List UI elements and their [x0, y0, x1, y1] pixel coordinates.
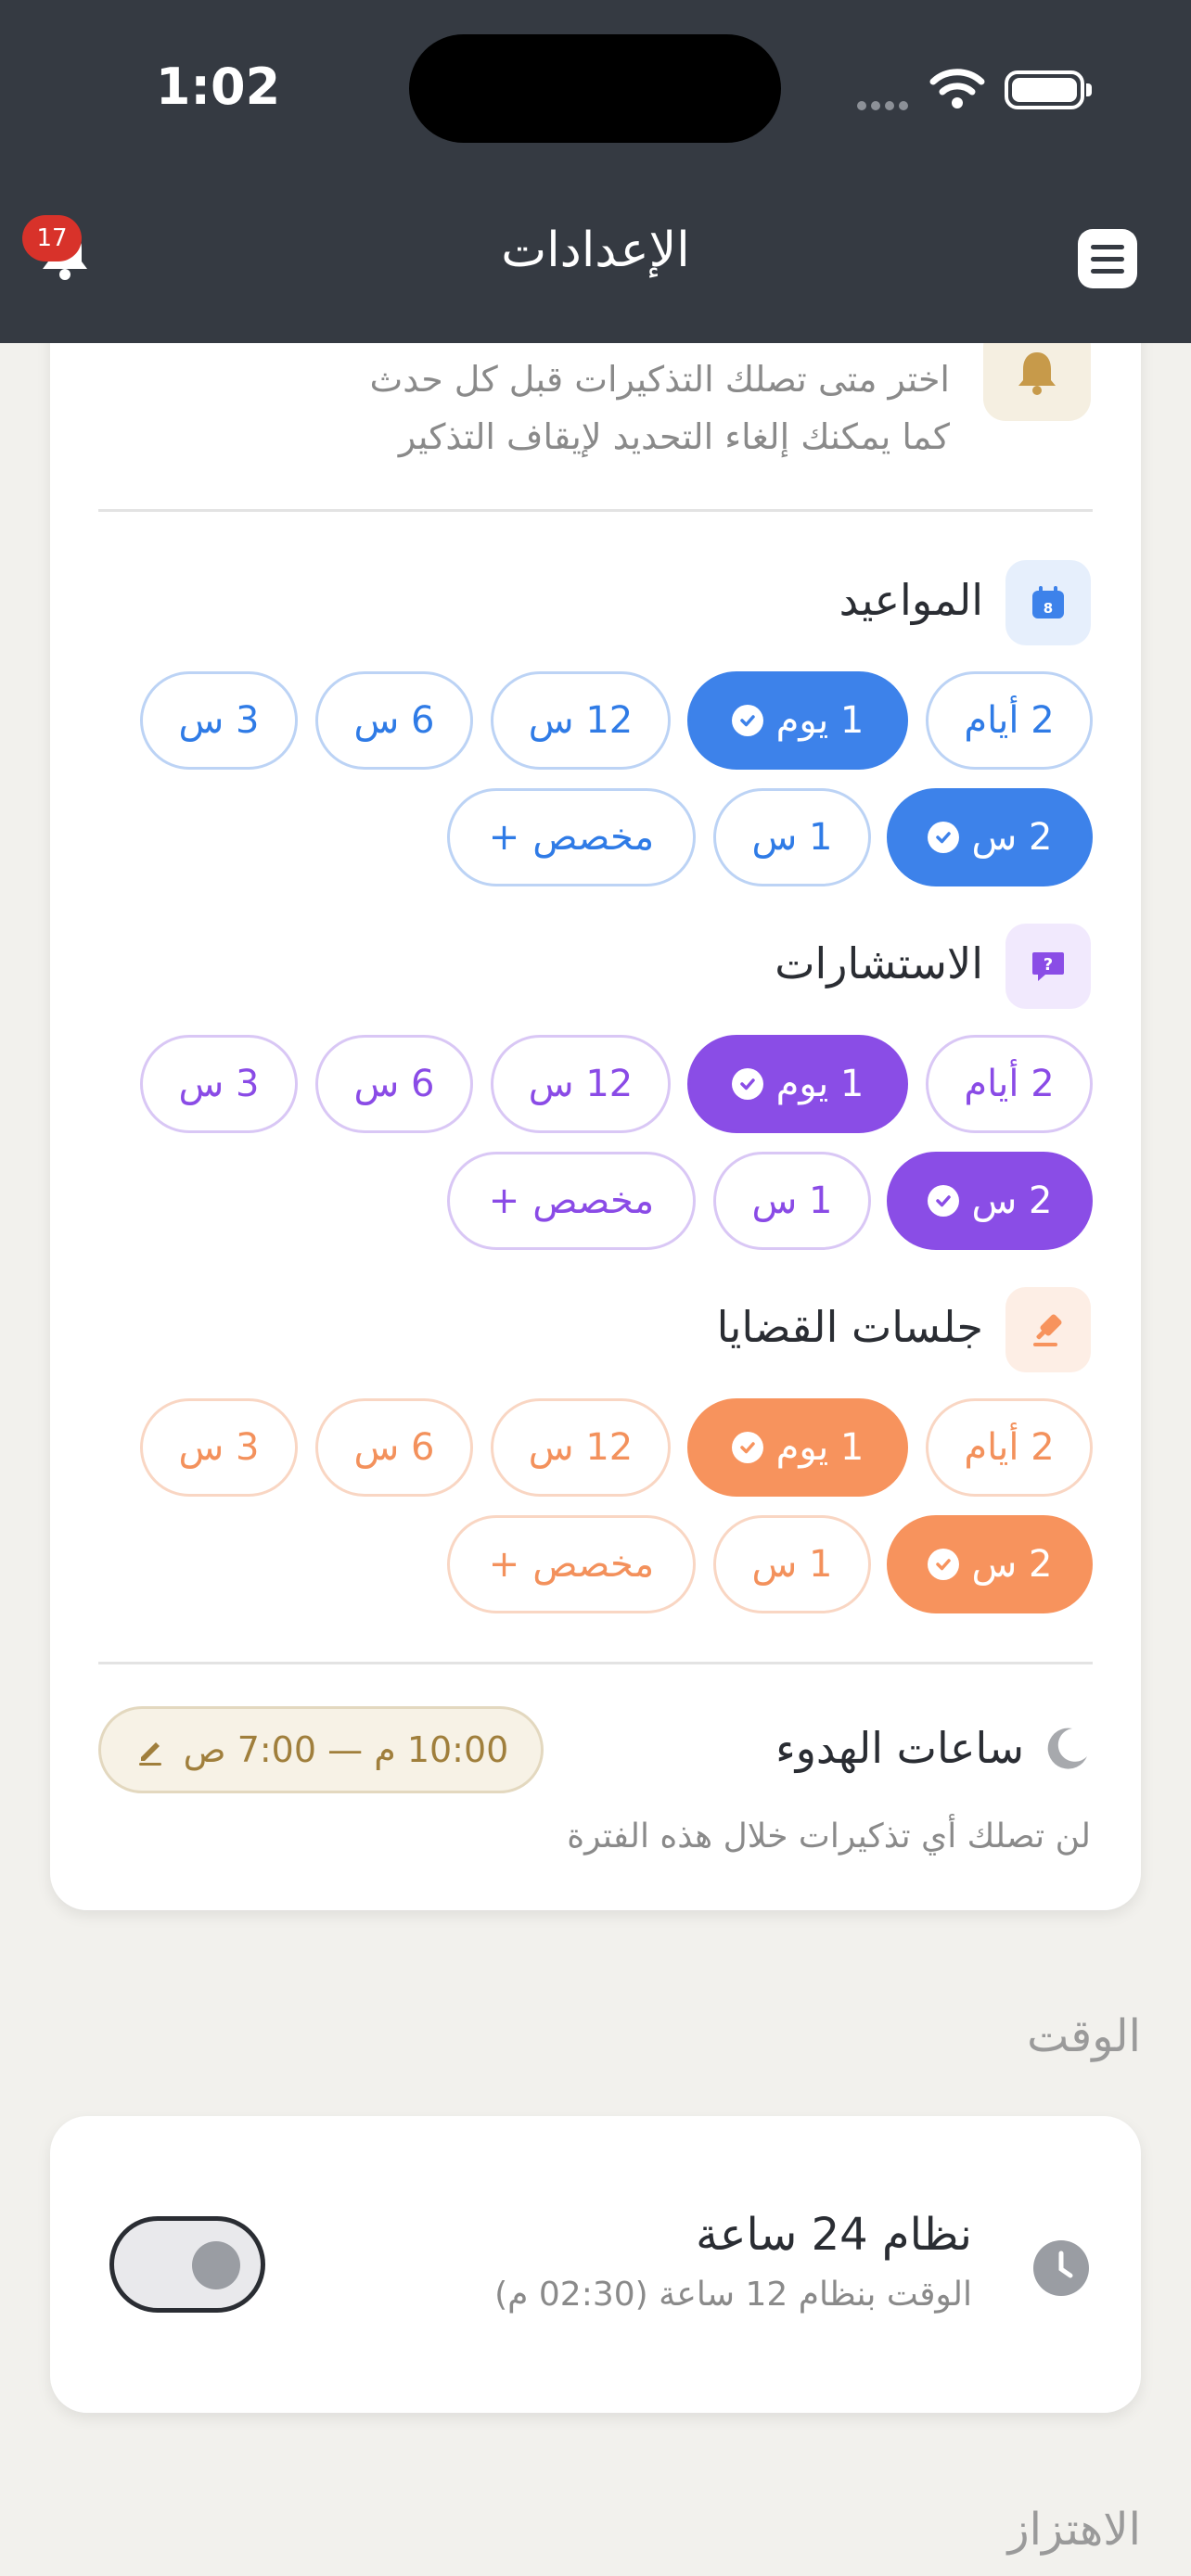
chip-6-hours[interactable]: 6 س — [315, 1398, 473, 1497]
check-icon — [731, 1068, 763, 1100]
chip-2-hours[interactable]: 2 س — [887, 1515, 1093, 1613]
chip-1-day[interactable]: 1 يوم — [687, 1398, 908, 1497]
chip-3-hours[interactable]: 3 س — [140, 1398, 298, 1497]
reminders-card: اختر متى تصلك التذكيرات قبل كل حدث كما ي… — [50, 278, 1141, 1910]
chip-2-hours[interactable]: 2 س — [887, 788, 1093, 886]
question-chat-icon: ? — [1005, 924, 1091, 1009]
chip-12-hours[interactable]: 12 س — [491, 1035, 671, 1133]
chip-6-hours[interactable]: 6 س — [315, 1035, 473, 1133]
pencil-icon — [138, 1742, 161, 1766]
plus-icon: + — [488, 816, 520, 859]
chip-custom[interactable]: مخصص + — [447, 788, 696, 886]
time-section-heading: الوقت — [1027, 2010, 1141, 2062]
chip-1-hour[interactable]: 1 س — [713, 1515, 871, 1613]
toggle-knob — [192, 2241, 240, 2289]
chip-12-hours[interactable]: 12 س — [491, 1398, 671, 1497]
chip-2-days[interactable]: 2 أيام — [926, 1035, 1093, 1133]
section-title: الاستشارات — [775, 938, 983, 988]
quiet-hours-title: ساعات الهدوء — [775, 1723, 1024, 1773]
chip-6-hours[interactable]: 6 س — [315, 671, 473, 770]
vibration-section-heading: الاهتزاز — [1007, 2504, 1141, 2556]
chip-3-hours[interactable]: 3 س — [140, 671, 298, 770]
check-icon — [927, 1185, 959, 1217]
moon-icon — [1047, 1728, 1087, 1769]
chip-2-days[interactable]: 2 أيام — [926, 671, 1093, 770]
top-bar: 1:02 17 الإعدادات — [0, 0, 1191, 343]
svg-text:?: ? — [1044, 955, 1053, 975]
time-format-title: نظام 24 ساعة — [696, 2209, 972, 2261]
status-time: 1:02 — [155, 57, 281, 116]
calendar-icon: 8 — [1005, 560, 1091, 645]
quiet-hours-note: لن تصلك أي تذكيرات خلال هذه الفترة — [567, 1817, 1091, 1855]
plus-icon: + — [488, 1180, 520, 1222]
quiet-hours-range-button[interactable]: 10:00 م — 7:00 ص — [98, 1706, 544, 1793]
chip-1-hour[interactable]: 1 س — [713, 1152, 871, 1250]
plus-icon: + — [488, 1543, 520, 1586]
intro-line-1: اختر متى تصلك التذكيرات قبل كل حدث — [369, 359, 950, 400]
wifi-icon — [929, 69, 985, 108]
bell-icon — [1018, 352, 1056, 395]
chip-custom[interactable]: مخصص + — [447, 1152, 696, 1250]
time-card: نظام 24 ساعة الوقت بنظام 12 ساعة (02:30 … — [50, 2116, 1141, 2413]
intro-line-2: كما يمكنك إلغاء التحديد لإيقاف التذكير — [398, 416, 950, 457]
chip-1-day[interactable]: 1 يوم — [687, 671, 908, 770]
24-hour-toggle[interactable] — [109, 2216, 265, 2313]
chip-custom[interactable]: مخصص + — [447, 1515, 696, 1613]
divider — [98, 509, 1093, 512]
check-icon — [731, 1432, 763, 1463]
intro-text: اختر متى تصلك التذكيرات قبل كل حدث كما ي… — [282, 351, 950, 465]
check-icon — [927, 1549, 959, 1580]
chip-1-hour[interactable]: 1 س — [713, 788, 871, 886]
page-title: الإعدادات — [501, 223, 690, 278]
gavel-icon — [1005, 1287, 1091, 1372]
clock-icon — [1033, 2240, 1089, 2296]
divider — [98, 1662, 1093, 1664]
quiet-hours-range: 10:00 م — 7:00 ص — [183, 1729, 509, 1770]
chip-1-day[interactable]: 1 يوم — [687, 1035, 908, 1133]
check-icon — [731, 705, 763, 736]
section-title: المواعيد — [839, 575, 983, 625]
signal-icon — [855, 96, 913, 110]
time-format-subtitle: الوقت بنظام 12 ساعة (02:30 م) — [494, 2276, 972, 2314]
section-title: جلسات القضايا — [716, 1302, 983, 1352]
check-icon — [927, 822, 959, 853]
svg-text:8: 8 — [1044, 600, 1053, 617]
battery-icon — [1005, 70, 1092, 109]
menu-button[interactable] — [1078, 229, 1137, 288]
notification-badge: 17 — [22, 215, 82, 261]
chip-2-hours[interactable]: 2 س — [887, 1152, 1093, 1250]
dynamic-island — [409, 34, 781, 143]
chip-3-hours[interactable]: 3 س — [140, 1035, 298, 1133]
chip-12-hours[interactable]: 12 س — [491, 671, 671, 770]
chip-2-days[interactable]: 2 أيام — [926, 1398, 1093, 1497]
